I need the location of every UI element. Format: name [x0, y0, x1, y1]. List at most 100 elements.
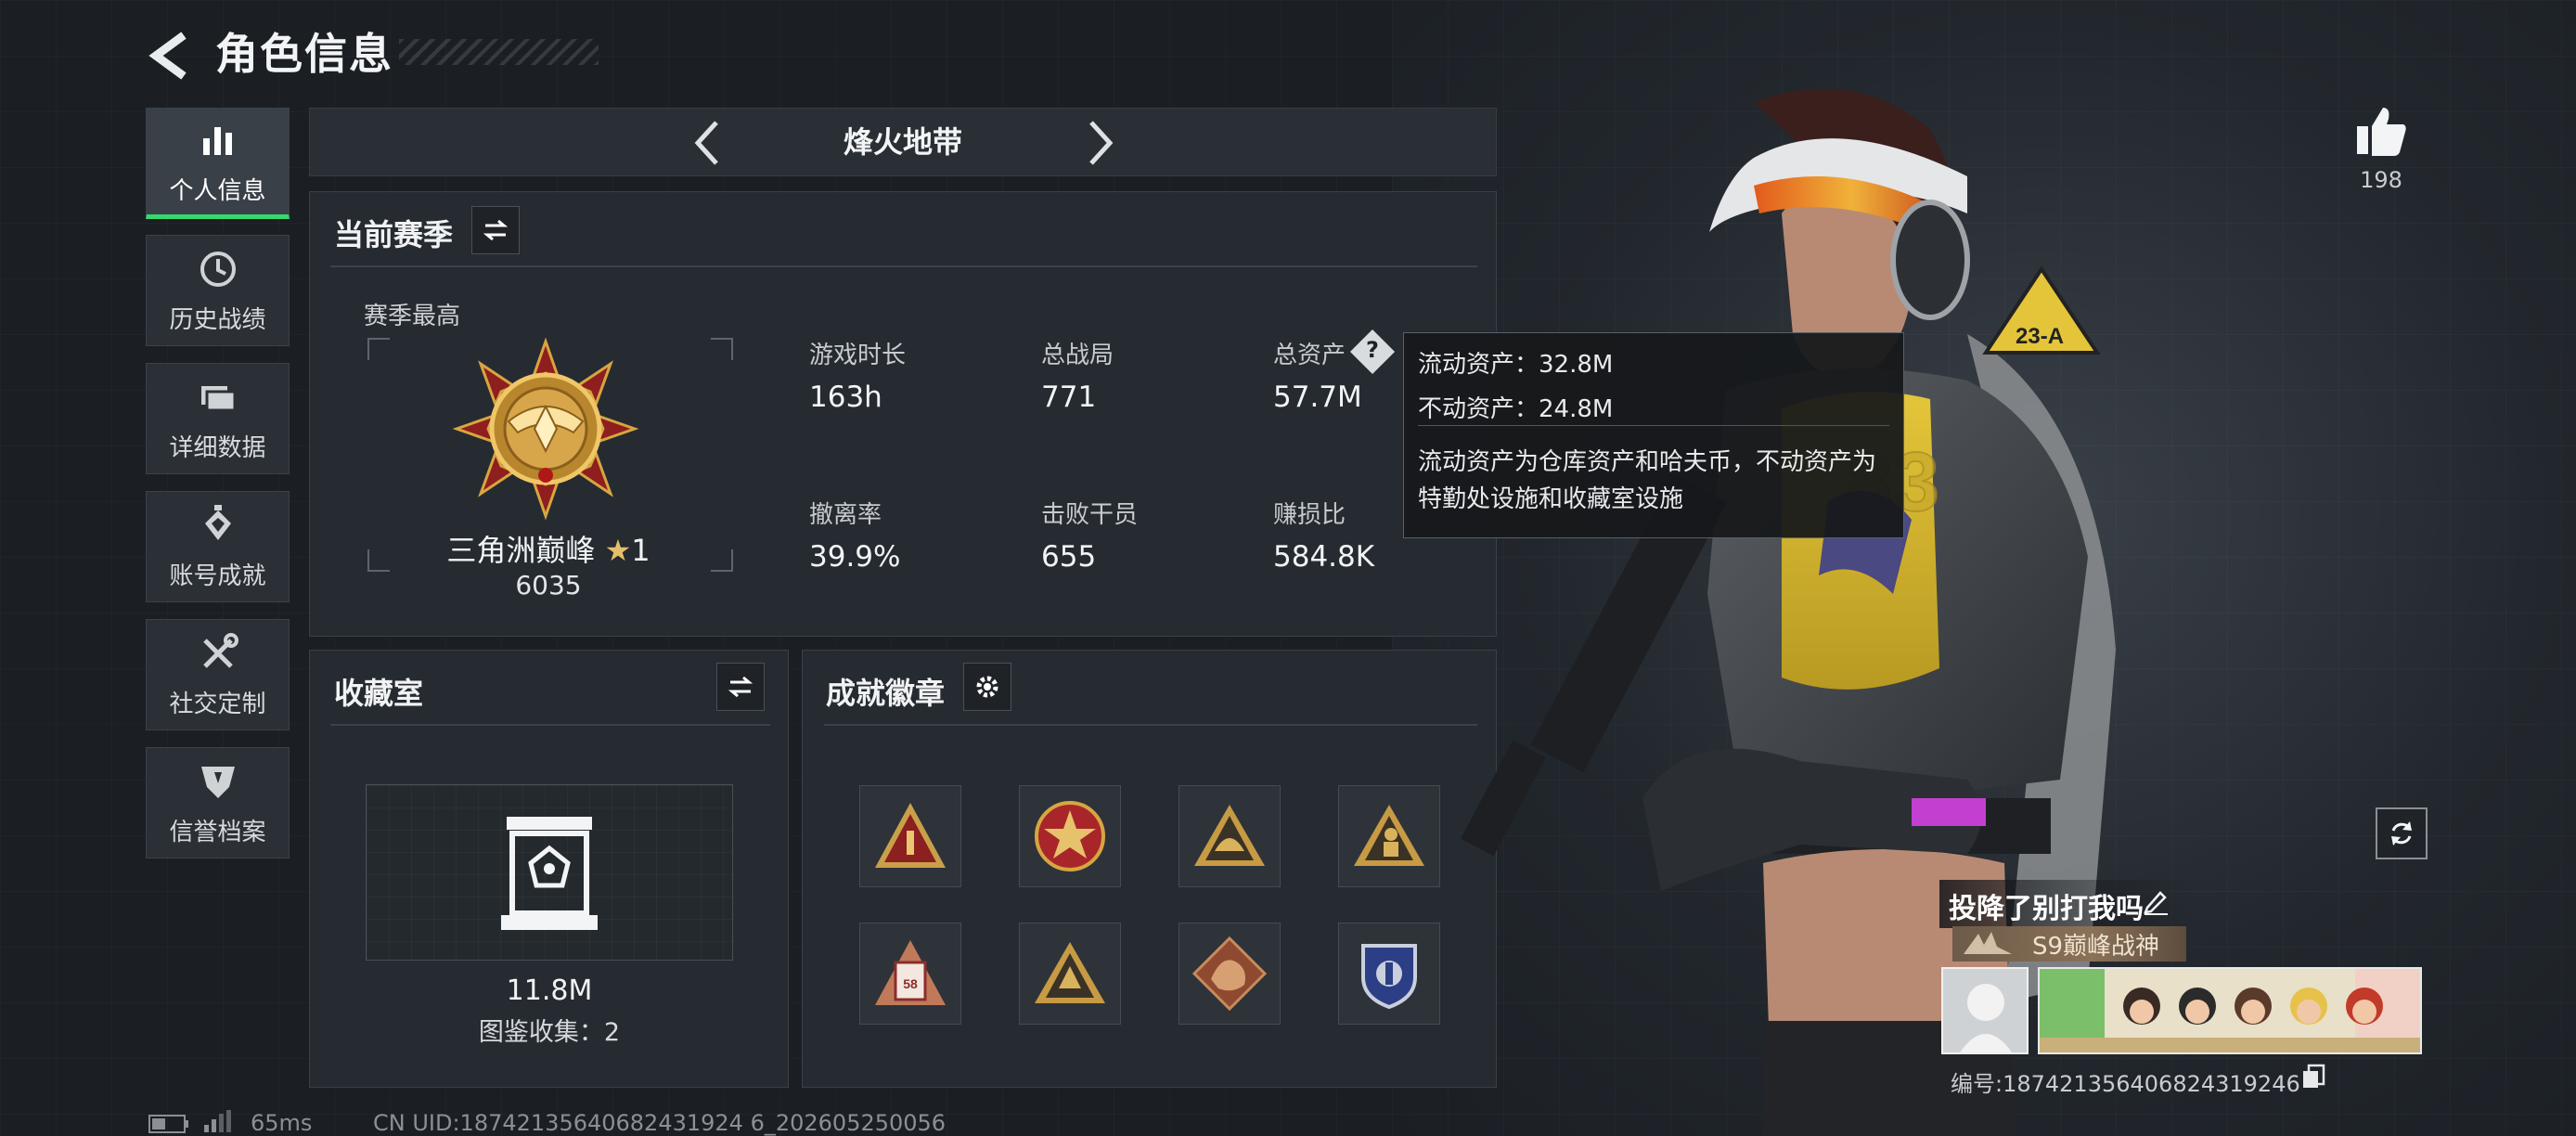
stat-label-play-time: 游戏时长 [809, 342, 907, 369]
rank-emblem-icon [452, 337, 639, 521]
battery-icon [148, 1115, 188, 1133]
folder-icon [200, 385, 236, 411]
signal-icon [204, 1110, 231, 1132]
stat-label-total-assets: 总资产 [1273, 342, 1346, 369]
gear-icon [976, 676, 998, 698]
badge-figure[interactable] [1338, 785, 1440, 887]
frame-corner [711, 338, 733, 360]
swap-icon [728, 676, 753, 698]
avatar-image [1943, 969, 2027, 1052]
refresh-icon [2391, 821, 2412, 846]
achievements-divider [824, 724, 1477, 726]
badge-crest[interactable] [1019, 923, 1121, 1025]
badge-building-58[interactable]: 58 [859, 923, 961, 1025]
building-58-badge-icon: 58 [875, 940, 946, 1005]
display-case-icon [501, 817, 598, 930]
season-switch-button[interactable] [471, 206, 520, 254]
stat-label-profit-ratio: 赚损比 [1273, 501, 1346, 529]
dragon-badge-icon [1191, 936, 1268, 1012]
status-uid: CN UID:18742135640682431924 6_2026052500… [373, 1110, 947, 1136]
title-emblem-icon [1964, 932, 2012, 954]
badge-rank-one[interactable] [859, 785, 961, 887]
player-uid: 编号:18742135640682431924​6 [1951, 1071, 2300, 1097]
badge-helmet[interactable] [1179, 785, 1281, 887]
shoulder-patch-text: 23-A [2016, 324, 2064, 349]
tools-icon [202, 632, 238, 668]
ping-value: 65ms [251, 1110, 313, 1136]
sidebar-item-achievements[interactable]: 账号成就 [146, 491, 290, 602]
stat-value-total-assets: 57.7M [1273, 381, 1362, 414]
frame-corner [367, 338, 390, 360]
achievements-title: 成就徽章 [826, 676, 946, 711]
frame-corner [711, 549, 733, 572]
back-arrow-icon[interactable] [139, 28, 204, 84]
stat-label-extraction-rate: 撤离率 [809, 501, 882, 529]
helmet-badge-icon [1194, 805, 1265, 866]
rank-level: 1 [631, 533, 650, 568]
police-shield-badge-icon [1361, 944, 1417, 1010]
sidebar-item-social[interactable]: 社交定制 [146, 619, 290, 730]
player-title: S9巅峰战神 [2032, 933, 2160, 961]
like-count: 198 [2360, 167, 2402, 193]
crest-badge-icon [1035, 942, 1105, 1003]
tooltip-description: 流动资产为仓库资产和哈夫币，不动资产为特勤处设施和收藏室设施 [1418, 448, 1877, 513]
shield-icon [200, 766, 235, 798]
tooltip-divider [1418, 425, 1889, 426]
season-title: 当前赛季 [334, 217, 454, 252]
clock-icon [200, 251, 236, 287]
badge-star-emblem[interactable] [1019, 785, 1121, 887]
collection-switch-button[interactable] [716, 663, 765, 711]
sidebar-item-label: 账号成就 [169, 562, 266, 590]
rank-line: 三角洲巅峰 ★1 [442, 527, 655, 570]
thumbs-up-icon[interactable] [2351, 102, 2411, 161]
swap-icon [483, 219, 509, 241]
season-divider [330, 265, 1477, 267]
collection-value: 11.8M [506, 975, 593, 1007]
rank-score: 6035 [515, 570, 582, 600]
season-best-label: 赛季最高 [364, 303, 461, 330]
page-title: 角色信息 [215, 29, 393, 79]
sidebar-item-detailed-data[interactable]: 详细数据 [146, 363, 290, 474]
sidebar-item-label: 历史战绩 [169, 305, 266, 334]
sidebar-item-personal-info[interactable]: 个人信息 [146, 108, 290, 219]
player-nickname: 投降了别打我吗 [1949, 893, 2144, 925]
profile-banner[interactable] [2038, 967, 2422, 1054]
copy-icon[interactable] [2301, 1064, 2325, 1090]
bar-chart-icon [202, 126, 232, 155]
collection-count: 图鉴收集：2 [478, 1018, 621, 1047]
sidebar-item-reputation[interactable]: 信誉档案 [146, 747, 290, 858]
stat-value-profit-ratio: 584.8K [1273, 540, 1375, 574]
stat-value-extraction-rate: 39.9% [809, 540, 901, 574]
figure-badge-icon [1354, 805, 1424, 866]
badge-dragon[interactable] [1179, 923, 1281, 1025]
stat-value-play-time: 163h [809, 381, 882, 414]
sidebar-item-label: 信誉档案 [169, 818, 266, 846]
sidebar-item-label: 个人信息 [169, 176, 266, 205]
refresh-button[interactable] [2376, 807, 2428, 859]
sidebar-item-label: 详细数据 [169, 433, 266, 462]
chibi-characters-banner [2040, 969, 2420, 1052]
badge-police-shield[interactable] [1338, 923, 1440, 1025]
sidebar-item-label: 社交定制 [169, 690, 266, 718]
title-decoration [399, 39, 599, 65]
stat-value-operators-defeated: 655 [1041, 540, 1097, 574]
help-glyph: ? [1366, 337, 1379, 363]
medal-icon [204, 504, 231, 540]
tooltip-fixed-assets: 不动资产：24.8M [1418, 395, 1614, 423]
edit-icon[interactable] [2142, 887, 2170, 915]
tooltip-liquid-assets: 流动资产：32.8M [1418, 351, 1614, 379]
sidebar-item-history[interactable]: 历史战绩 [146, 235, 290, 346]
achievements-settings-button[interactable] [963, 663, 1011, 711]
rank-one-badge-icon [875, 803, 946, 868]
badge-58-label: 58 [903, 976, 918, 991]
rank-star-icon: ★ [604, 533, 632, 568]
frame-corner [367, 549, 390, 572]
avatar[interactable] [1941, 967, 2029, 1054]
mode-title: 烽火地带 [843, 124, 962, 160]
collection-title: 收藏室 [334, 676, 424, 711]
collection-divider [330, 724, 770, 726]
next-mode-arrow-icon[interactable] [1076, 115, 1123, 171]
stat-label-total-matches: 总战局 [1041, 342, 1114, 369]
rank-name: 三角洲巅峰 [446, 533, 596, 568]
star-emblem-badge-icon [1035, 801, 1105, 871]
